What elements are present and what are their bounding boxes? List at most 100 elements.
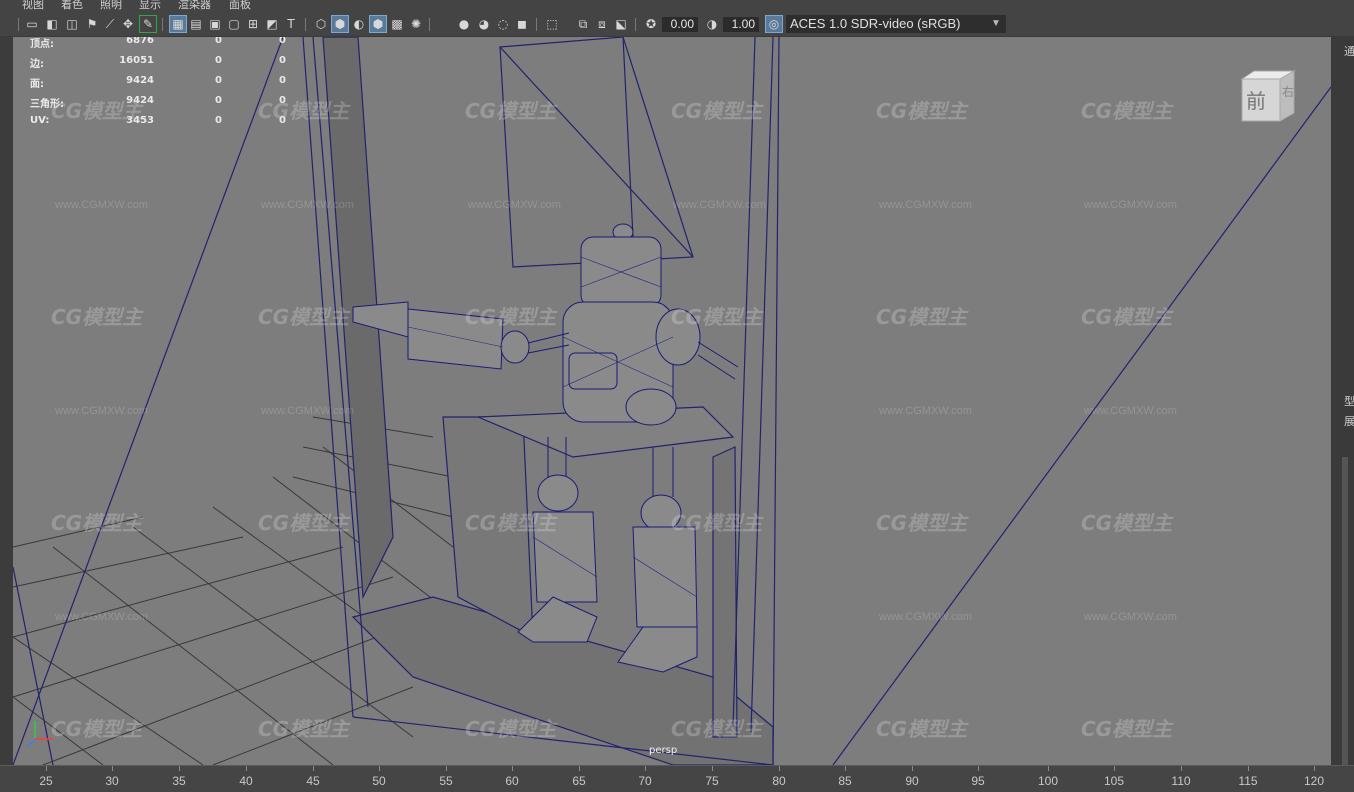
viewport-toolbar: ▭ ◧ ◫ ⚑ ⟋ ✥ ✎ ▦ ▤ ▣ ▢ ⊞ ◩ T ⬡ ⬢ ◐ ⬢ ▩ ✺ …: [0, 12, 1354, 37]
hud-value: 0: [215, 37, 222, 46]
watermark: CG模型主: [876, 305, 968, 329]
hud-label: 边:: [30, 59, 44, 70]
timeline-tick-label: 65: [572, 774, 586, 788]
timeline-tick-label: 60: [505, 774, 519, 788]
smooth-shade-icon[interactable]: ⬢: [331, 15, 349, 33]
exposure-field[interactable]: 0.00: [662, 17, 698, 32]
watermark-url: www.CGMXW.com: [55, 611, 148, 623]
right-panel-glyph: 展: [1344, 415, 1354, 428]
gamma-field[interactable]: 1.00: [723, 17, 759, 32]
hud-label: 面:: [30, 79, 44, 90]
camera-attributes-icon[interactable]: ◧: [44, 16, 60, 32]
watermark: CG模型主: [876, 511, 968, 535]
menu-lighting[interactable]: 照明: [100, 0, 122, 12]
timeline-tick-label: 80: [772, 774, 786, 788]
timeline-tick: [912, 766, 913, 771]
2d-pan-zoom-icon[interactable]: ✥: [120, 16, 136, 32]
xray-joints-icon[interactable]: ⧈: [594, 16, 610, 32]
watermark-url: www.CGMXW.com: [468, 199, 561, 211]
select-camera-icon[interactable]: ▭: [24, 16, 40, 32]
grid-icon[interactable]: ▦: [169, 15, 187, 33]
3d-viewport[interactable]: CG模型主 CG模型主 CG模型主 CG模型主 CG模型主 CG模型主 CG模型…: [13, 37, 1331, 765]
watermark: CG模型主: [876, 717, 968, 741]
timeline-tick-label: 70: [638, 774, 652, 788]
hud-row-vertices: 顶点: 6876 0 0: [26, 37, 306, 53]
hud-value: 0: [279, 115, 286, 126]
watermark: CG模型主: [671, 305, 763, 329]
timeline-tick-label: 35: [172, 774, 186, 788]
timeline-tick: [379, 766, 380, 771]
toolbar-separator: [536, 18, 537, 31]
anti-aliasing-icon[interactable]: ◼: [514, 16, 530, 32]
right-panel-edge: 通 型 展: [1331, 37, 1354, 777]
timeline-tick: [512, 766, 513, 771]
field-chart-icon[interactable]: ⊞: [245, 16, 261, 32]
timeline-tick: [1114, 766, 1115, 771]
watermark: CG模型主: [51, 511, 143, 535]
timeline-tick-label: 105: [1103, 774, 1125, 788]
timeline-tick-label: 110: [1171, 774, 1191, 788]
hud-value: 0: [279, 37, 286, 46]
hud-row-faces: 面: 9424 0 0: [26, 75, 306, 93]
view-cube[interactable]: 前 右: [1240, 69, 1296, 123]
scrollbar[interactable]: [1342, 457, 1348, 777]
watermark: CG模型主: [465, 717, 557, 741]
exposure-icon[interactable]: ✪: [643, 16, 659, 32]
hud-label: UV:: [30, 115, 50, 126]
camera-name-label: persp: [649, 745, 678, 756]
menu-renderer[interactable]: 渲染器: [178, 0, 211, 12]
hud-value: 9424: [126, 95, 154, 106]
resolution-gate-icon[interactable]: ▣: [207, 16, 223, 32]
motion-blur-icon[interactable]: ◌: [495, 16, 511, 32]
wireframe-icon[interactable]: ⬡: [313, 16, 329, 32]
watermark: CG模型主: [465, 305, 557, 329]
watermark: CG模型主: [258, 305, 350, 329]
xray-active-icon[interactable]: ⬕: [613, 16, 629, 32]
toolbar-separator: [162, 18, 163, 31]
safe-action-icon[interactable]: ◩: [264, 16, 280, 32]
bookmark-icon[interactable]: ⚑: [84, 16, 100, 32]
viewcube-front-label: 前: [1246, 89, 1266, 113]
toolbar-separator: [305, 18, 306, 31]
safe-title-icon[interactable]: T: [283, 16, 299, 32]
hud-value: 0: [215, 95, 222, 106]
menu-shading[interactable]: 着色: [61, 0, 83, 12]
xray-icon[interactable]: ⧉: [575, 16, 591, 32]
watermark: CG模型主: [671, 511, 763, 535]
scene-wireframe: [13, 37, 1331, 765]
menu-view[interactable]: 视图: [22, 0, 44, 12]
wireframe-on-shaded-icon[interactable]: ⬢: [369, 15, 387, 33]
hud-row-uvs: UV: 3453 0 0: [26, 115, 306, 133]
hud-label: 三角形:: [30, 99, 64, 110]
timeline-tick-label: 100: [1037, 774, 1059, 788]
screen-space-ao-icon[interactable]: ◕: [476, 16, 492, 32]
timeline-tick-label: 30: [105, 774, 119, 788]
use-all-lights-icon[interactable]: ✺: [408, 16, 424, 32]
timeline-tick: [1248, 766, 1249, 771]
timeline-tick: [845, 766, 846, 771]
color-management-icon[interactable]: ◎: [765, 15, 783, 33]
textured-icon[interactable]: ▩: [389, 16, 405, 32]
watermark: CG模型主: [258, 717, 350, 741]
watermark-url: www.CGMXW.com: [673, 199, 766, 211]
image-plane-icon[interactable]: ⟋: [102, 16, 118, 32]
colorspace-dropdown[interactable]: ACES 1.0 SDR-video (sRGB) ▼: [786, 15, 1006, 33]
bookmarks-icon[interactable]: ◫: [64, 16, 80, 32]
watermark: CG模型主: [1081, 511, 1173, 535]
default-material-icon[interactable]: ◐: [351, 16, 367, 32]
menu-show[interactable]: 显示: [139, 0, 161, 12]
shadows-icon[interactable]: ●: [456, 16, 472, 32]
grease-pencil-icon[interactable]: ✎: [139, 15, 157, 33]
chevron-down-icon: ▼: [991, 18, 1001, 29]
menu-panels[interactable]: 面板: [229, 0, 251, 12]
isolate-select-icon[interactable]: ⬚: [544, 16, 560, 32]
timeline-tick: [313, 766, 314, 771]
gate-mask-icon[interactable]: ▢: [226, 16, 242, 32]
right-panel-glyph: 通: [1344, 45, 1354, 58]
time-slider[interactable]: 25 30 35 40 45 50 55 60 65 70 75 80 85 9…: [0, 765, 1354, 792]
gamma-icon[interactable]: ◑: [704, 16, 720, 32]
watermark-url: www.CGMXW.com: [261, 199, 354, 211]
film-gate-icon[interactable]: ▤: [188, 16, 204, 32]
watermark: CG模型主: [671, 717, 763, 741]
hud-value: 6876: [126, 37, 154, 46]
